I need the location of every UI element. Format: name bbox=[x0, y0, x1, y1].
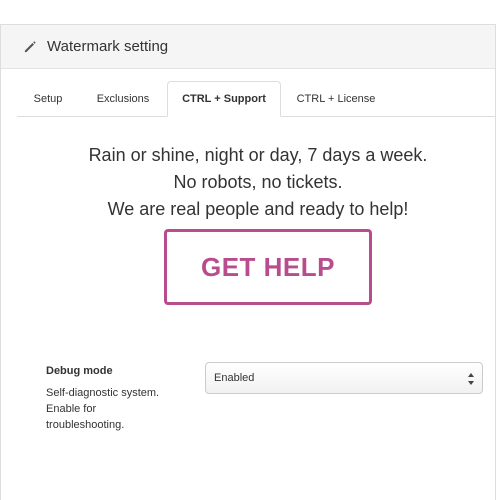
select-arrows-icon bbox=[467, 372, 475, 386]
tab-ctrl-support[interactable]: CTRL + Support bbox=[167, 81, 281, 117]
panel-header: Watermark setting bbox=[1, 25, 495, 69]
debug-mode-description: Self-diagnostic system. Enable for troub… bbox=[46, 385, 186, 433]
tab-setup[interactable]: Setup bbox=[17, 82, 79, 116]
debug-mode-select[interactable]: Enabled bbox=[205, 362, 483, 394]
tab-bar: Setup Exclusions CTRL + Support CTRL + L… bbox=[17, 81, 495, 117]
pencil-icon bbox=[23, 40, 37, 54]
support-message: Rain or shine, night or day, 7 days a we… bbox=[16, 142, 500, 223]
support-line-2: No robots, no tickets. bbox=[173, 172, 343, 192]
debug-desc-line-1: Self-diagnostic system. bbox=[46, 387, 160, 399]
debug-mode-selected-value: Enabled bbox=[214, 372, 255, 384]
debug-desc-line-2: Enable for bbox=[46, 403, 97, 415]
debug-desc-line-3: troubleshooting. bbox=[46, 419, 125, 431]
debug-mode-label: Debug mode bbox=[46, 365, 113, 377]
tab-ctrl-license[interactable]: CTRL + License bbox=[281, 82, 391, 116]
tab-exclusions[interactable]: Exclusions bbox=[79, 82, 167, 116]
panel-title: Watermark setting bbox=[47, 38, 169, 55]
support-line-1: Rain or shine, night or day, 7 days a we… bbox=[88, 145, 428, 165]
get-help-button[interactable]: GET HELP bbox=[164, 229, 372, 305]
support-line-3: We are real people and ready to help! bbox=[107, 199, 409, 219]
